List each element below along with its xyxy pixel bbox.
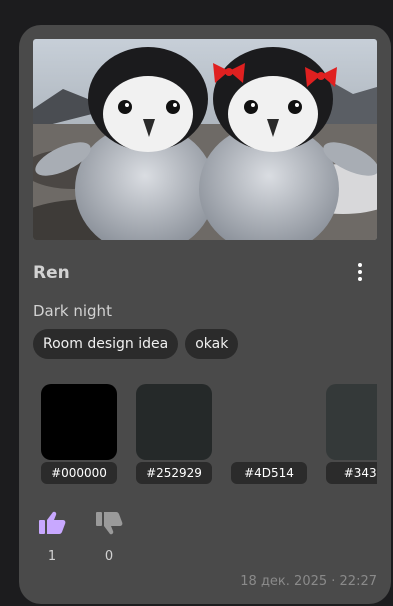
dislike-count: 0 bbox=[104, 549, 114, 564]
tag-room-design-idea[interactable]: Room design idea bbox=[33, 329, 179, 359]
swatch-hex-label: #4D514 bbox=[231, 462, 307, 484]
post-timestamp: 18 дек. 2025 · 22:27 bbox=[240, 574, 377, 589]
post-image[interactable] bbox=[33, 39, 377, 240]
color-swatch[interactable]: #252929 bbox=[136, 384, 212, 486]
tag-list: Room design idea okak bbox=[33, 329, 239, 359]
color-swatch[interactable]: #000000 bbox=[41, 384, 117, 486]
penguin-photo-icon bbox=[33, 39, 377, 240]
more-options-icon[interactable] bbox=[351, 259, 369, 285]
swatch-color-block bbox=[136, 384, 212, 460]
swatch-color-block bbox=[326, 384, 377, 460]
color-palette[interactable]: #000000 #252929 #4D514 #3439 bbox=[41, 384, 377, 486]
swatch-color-block bbox=[231, 384, 307, 460]
menu-dot bbox=[358, 263, 362, 267]
tag-okak[interactable]: okak bbox=[185, 329, 239, 359]
color-swatch[interactable]: #4D514 bbox=[231, 384, 307, 486]
like-count: 1 bbox=[47, 549, 57, 564]
post-card: Ren Dark night Room design idea okak #00… bbox=[19, 25, 391, 604]
dislike-control: 0 bbox=[94, 511, 124, 564]
menu-dot bbox=[358, 270, 362, 274]
swatch-hex-label: #3439 bbox=[326, 462, 377, 484]
swatch-hex-label: #000000 bbox=[41, 462, 117, 484]
post-subtitle: Dark night bbox=[33, 302, 112, 320]
color-swatch[interactable]: #3439 bbox=[326, 384, 377, 486]
thumbs-down-icon[interactable] bbox=[94, 511, 124, 535]
swatch-color-block bbox=[41, 384, 117, 460]
like-control: 1 bbox=[37, 511, 67, 564]
menu-dot bbox=[358, 277, 362, 281]
swatch-hex-label: #252929 bbox=[136, 462, 212, 484]
thumbs-up-icon[interactable] bbox=[37, 511, 67, 535]
post-title: Ren bbox=[33, 263, 70, 283]
